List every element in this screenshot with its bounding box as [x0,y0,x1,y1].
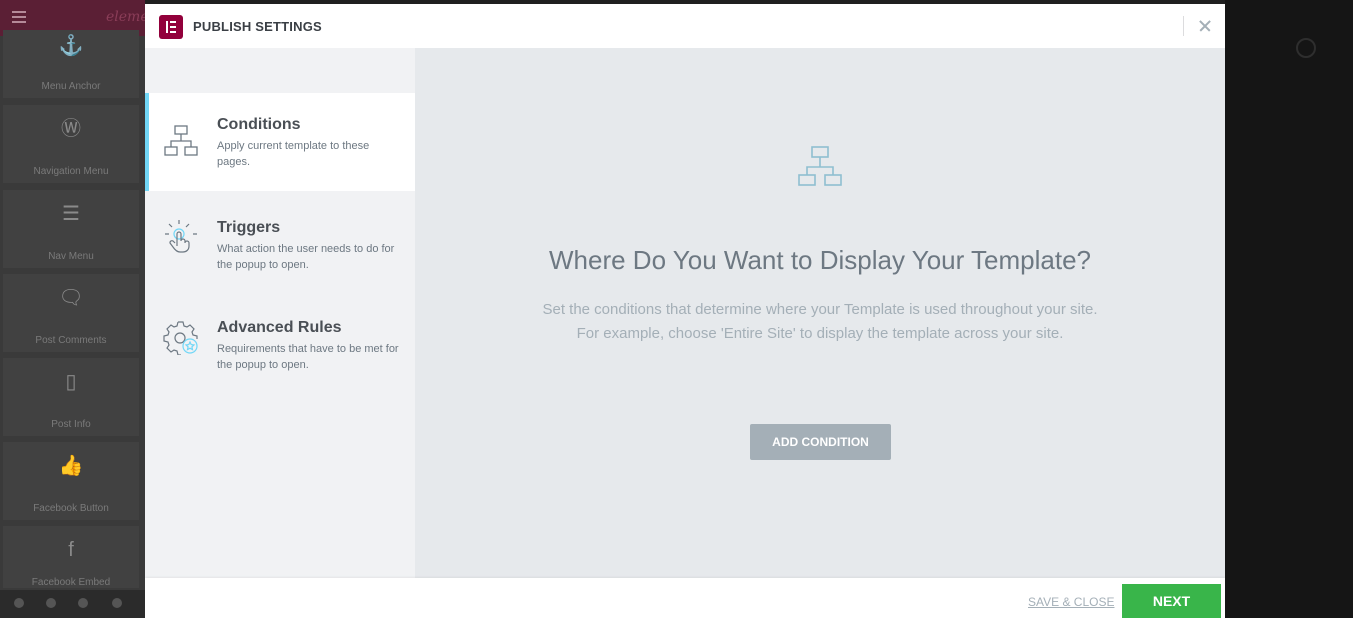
editor-bottom-toolbar [0,590,145,618]
add-condition-button[interactable]: ADD CONDITION [750,424,891,460]
widget-menu-anchor[interactable]: ⚓ Menu Anchor [3,30,139,98]
modal-title: PUBLISH SETTINGS [193,19,322,34]
modal-header: PUBLISH SETTINGS [145,4,1225,48]
widget-navigation-menu[interactable]: Ⓦ Navigation Menu [3,105,139,183]
sitemap-icon [798,146,842,186]
settings-tabs: Conditions Apply current template to the… [145,48,415,578]
description-line: Set the conditions that determine where … [542,301,1098,318]
description-line: For example, choose 'Entire Site' to dis… [576,325,1064,342]
widget-label: Post Info [51,419,91,430]
conditions-heading: Where Do You Want to Display Your Templa… [549,245,1091,275]
elementor-logo: eleme [106,9,149,25]
comments-icon: 🗨 [58,287,84,309]
editor-right-panel [1225,0,1353,618]
tab-title: Triggers [217,219,281,236]
elementor-logo-icon [159,15,183,39]
facebook-like-icon: 👍 [58,455,84,477]
tab-description: Requirements that have to be met for the… [217,343,399,371]
gear-star-icon [163,321,198,355]
widget-label: Facebook Embed [31,577,111,588]
widget-label: Nav Menu [48,251,94,262]
widget-facebook-button[interactable]: 👍 Facebook Button [3,442,139,520]
sitemap-icon [164,125,198,156]
widget-nav-menu[interactable]: ☰ Nav Menu [3,190,139,268]
tab-advanced-rules[interactable]: Advanced Rules Requirements that have to… [145,291,415,389]
hamburger-menu-icon[interactable] [12,11,26,23]
responsive-icon[interactable] [112,598,122,608]
tab-triggers[interactable]: Triggers What action the user needs to d… [145,192,415,290]
modal-footer: SAVE & CLOSE NEXT [145,578,1225,618]
nav-menu-icon: ☰ [62,203,80,225]
widget-post-info[interactable]: ▯ Post Info [3,358,139,436]
tab-description: What action the user needs to do for the… [217,243,395,271]
widget-label: Navigation Menu [33,166,109,177]
facebook-embed-icon: f [68,539,74,561]
widget-label: Menu Anchor [41,81,101,92]
anchor-icon: ⚓ [58,35,84,57]
widget-post-comments[interactable]: 🗨 Post Comments [3,274,139,352]
conditions-panel: Where Do You Want to Display Your Templa… [415,48,1225,578]
tab-conditions[interactable]: Conditions Apply current template to the… [145,93,415,191]
layers-icon[interactable] [46,598,56,608]
editor-widget-panel: eleme ⚓ Menu Anchor Ⓦ Navigation Menu ☰ … [0,0,149,618]
header-divider [1183,16,1184,36]
widget-label: Facebook Button [33,503,109,514]
save-and-close-link[interactable]: SAVE & CLOSE [1028,595,1114,609]
next-button[interactable]: NEXT [1122,584,1221,618]
publish-settings-modal: PUBLISH SETTINGS Conditions Apply curren… [145,4,1225,618]
wordpress-icon: Ⓦ [61,118,81,140]
close-icon[interactable] [1193,14,1217,38]
pointer-click-icon [165,220,197,253]
conditions-description: Set the conditions that determine where … [415,298,1225,346]
widget-label: Post Comments [35,335,107,346]
history-icon[interactable] [78,598,88,608]
widget-facebook-embed[interactable]: f Facebook Embed [3,526,139,588]
search-icon [1296,38,1316,58]
settings-icon[interactable] [14,598,24,608]
tab-title: Advanced Rules [217,319,342,336]
tab-title: Conditions [217,116,301,133]
post-info-icon: ▯ [65,371,77,393]
tab-description: Apply current template to these pages. [217,140,370,168]
